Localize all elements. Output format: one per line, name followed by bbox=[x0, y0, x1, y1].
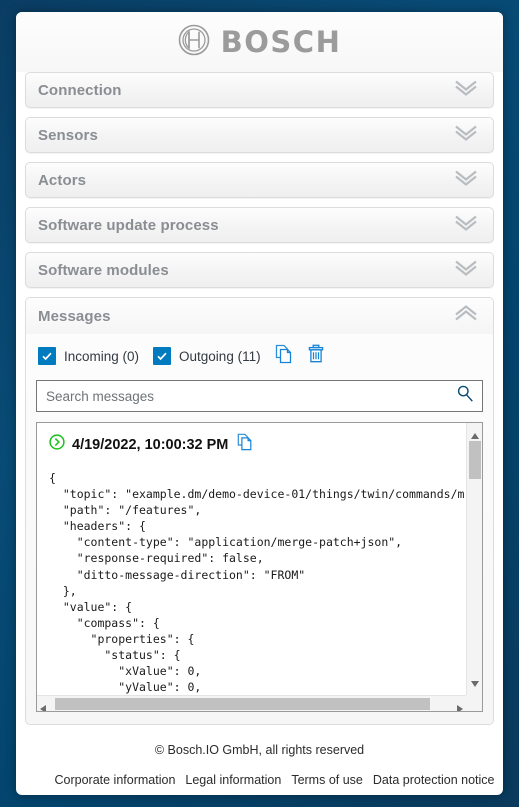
chevron-double-down-icon[interactable] bbox=[453, 169, 479, 192]
accordion-header-software-modules[interactable]: Software modules bbox=[25, 252, 494, 288]
accordion-header-sensors[interactable]: Sensors bbox=[25, 117, 494, 153]
search-icon[interactable] bbox=[456, 385, 474, 408]
footer-link-data-protection-notice[interactable]: Data protection notice bbox=[373, 773, 495, 787]
scrollbar-corner bbox=[466, 695, 482, 711]
chevron-double-up-icon[interactable] bbox=[453, 305, 479, 328]
copy-icon[interactable] bbox=[237, 433, 253, 456]
footer-links: Corporate information Legal information Te… bbox=[50, 771, 495, 790]
message-list-vertical-scrollbar[interactable] bbox=[466, 423, 482, 695]
brand-header: BOSCH bbox=[16, 12, 503, 72]
accordion-label: Messages bbox=[38, 307, 111, 325]
chevron-double-down-icon[interactable] bbox=[453, 124, 479, 147]
accordion: Connection Sensors Actors Software updat… bbox=[16, 72, 503, 725]
footer-link-corporate-information[interactable]: Corporate information bbox=[55, 773, 176, 787]
message-list: 4/19/2022, 10:00:32 PM { "topic": "examp… bbox=[36, 422, 483, 712]
footer: © Bosch.IO GmbH, all rights reserved Cor… bbox=[16, 725, 503, 790]
accordion-item-actors: Actors bbox=[25, 162, 494, 198]
delete-all-icon[interactable] bbox=[307, 344, 325, 369]
incoming-checkbox[interactable] bbox=[38, 347, 56, 365]
brand-wordmark: BOSCH bbox=[220, 24, 342, 59]
footer-copyright: © Bosch.IO GmbH, all rights reserved bbox=[154, 743, 365, 757]
outgoing-checkbox[interactable] bbox=[153, 347, 172, 365]
footer-link-legal-information[interactable]: Legal information bbox=[185, 773, 281, 787]
accordion-item-connection: Connection bbox=[25, 72, 494, 108]
incoming-label: Incoming (0) bbox=[64, 348, 140, 364]
accordion-header-software-update-process[interactable]: Software update process bbox=[25, 207, 494, 243]
accordion-item-software-update-process: Software update process bbox=[25, 207, 494, 243]
search-field[interactable] bbox=[36, 380, 483, 412]
footer-link-terms-of-use[interactable]: Terms of use bbox=[291, 773, 363, 787]
chevron-double-down-icon[interactable] bbox=[453, 79, 479, 102]
scroll-left-arrow-icon[interactable] bbox=[40, 700, 46, 711]
application-window: BOSCH Connection Sensors Actors Software… bbox=[16, 12, 503, 795]
message-list-horizontal-scrollbar[interactable] bbox=[37, 695, 466, 711]
search-input[interactable] bbox=[37, 381, 482, 411]
outgoing-label: Outgoing (11) bbox=[179, 348, 261, 364]
horizontal-scrollbar-thumb[interactable] bbox=[55, 698, 430, 710]
accordion-label: Connection bbox=[38, 81, 122, 99]
scroll-right-arrow-icon[interactable] bbox=[457, 700, 463, 711]
filter-outgoing[interactable]: Outgoing (11) bbox=[153, 347, 261, 365]
filter-incoming[interactable]: Incoming (0) bbox=[38, 347, 139, 365]
accordion-label: Sensors bbox=[38, 126, 98, 144]
vertical-scrollbar-thumb[interactable] bbox=[469, 441, 481, 479]
messages-panel-body: Incoming (0) Outgoing (11) Search messag… bbox=[26, 334, 493, 724]
chevron-double-down-icon[interactable] bbox=[453, 214, 479, 237]
check-icon bbox=[42, 352, 52, 361]
copy-all-icon[interactable] bbox=[275, 344, 293, 369]
accordion-label: Software modules bbox=[38, 261, 169, 279]
scroll-down-arrow-icon[interactable] bbox=[471, 674, 479, 692]
chevron-double-down-icon[interactable] bbox=[453, 259, 479, 282]
accordion-header-connection[interactable]: Connection bbox=[25, 72, 494, 108]
accordion-item-messages: Messages Incoming (0) Outgoing (11) Sear… bbox=[25, 297, 494, 725]
message-timestamp: 4/19/2022, 10:00:32 PM bbox=[72, 436, 229, 453]
message-entry-header: 4/19/2022, 10:00:32 PM bbox=[49, 433, 466, 456]
check-icon bbox=[157, 352, 167, 361]
accordion-item-sensors: Sensors bbox=[25, 117, 494, 153]
bosch-logo-icon bbox=[178, 24, 210, 61]
accordion-header-messages[interactable]: Messages bbox=[26, 298, 493, 334]
messages-toolbar: Incoming (0) Outgoing (11) bbox=[38, 341, 483, 371]
accordion-label: Actors bbox=[38, 171, 87, 189]
message-list-content: 4/19/2022, 10:00:32 PM { "topic": "examp… bbox=[37, 423, 466, 695]
accordion-header-actors[interactable]: Actors bbox=[25, 162, 494, 198]
message-json-body: { "topic": "example.dm/demo-device-01/th… bbox=[49, 471, 465, 695]
accordion-label: Software update process bbox=[38, 216, 219, 234]
arrow-right-circle-icon bbox=[49, 434, 65, 455]
accordion-item-software-modules: Software modules bbox=[25, 252, 494, 288]
